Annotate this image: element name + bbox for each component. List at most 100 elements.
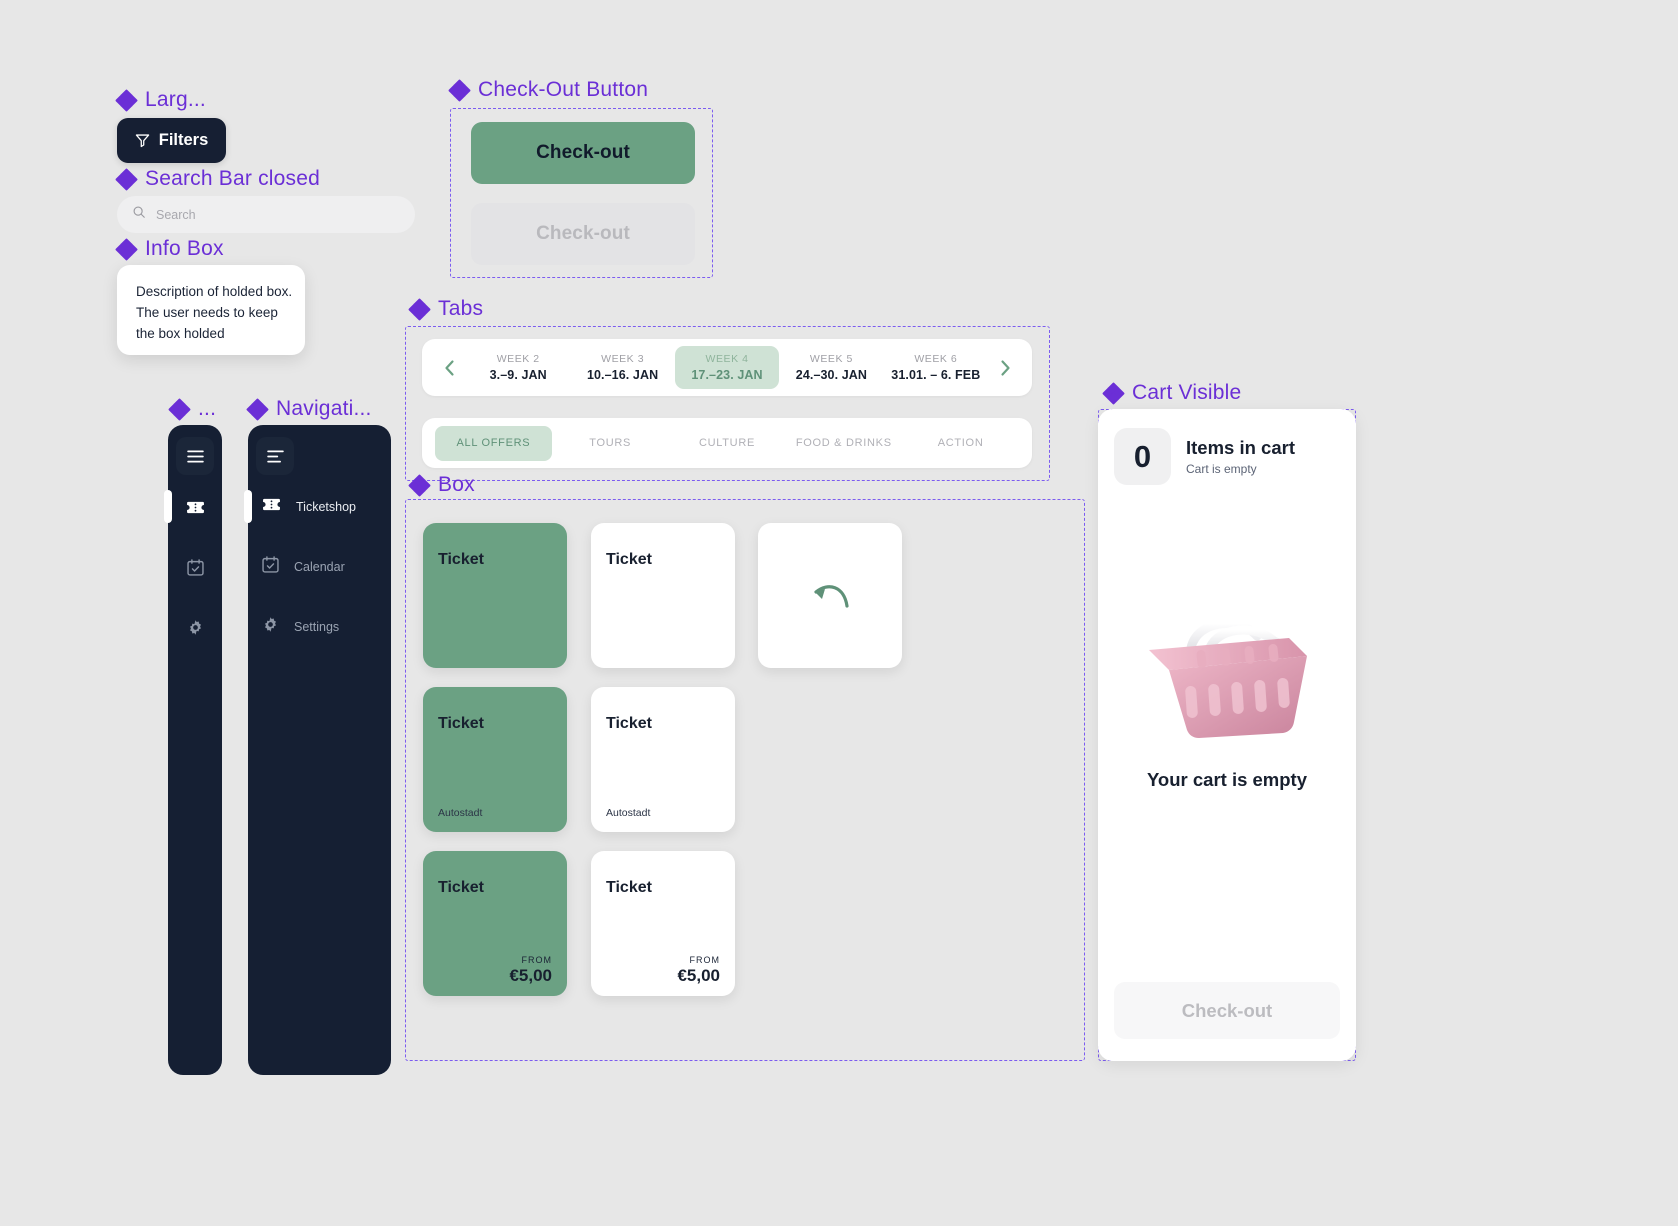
filters-button-label: Filters (158, 131, 209, 149)
sidebar-item-calendar-label: Calendar (294, 560, 345, 574)
week-tab-range: 17.–23. JAN (691, 368, 763, 382)
cart-panel: 0 Items in cart Cart is empty Your cart … (1098, 409, 1356, 1061)
annotation-large-label: Larg... (145, 88, 206, 111)
annotation-cart-visible: Cart Visible (1102, 381, 1242, 405)
week-selector: WEEK 2 3.–9. JAN WEEK 3 10.–16. JAN WEEK 4 17… (422, 339, 1032, 396)
ticket-icon (262, 497, 281, 517)
week-tab-range: 31.01. – 6. FEB (891, 368, 981, 382)
ticket-card-title: Ticket (606, 715, 652, 732)
ticket-card-price: FROM €5,00 (509, 955, 552, 986)
annotation-navigation: Navigati... (246, 397, 372, 421)
category-tab-all-offers[interactable]: ALL OFFERS (435, 425, 552, 461)
shopping-basket-illustration (1098, 604, 1356, 744)
sidebar-item-ticketshop[interactable]: Ticketshop (262, 492, 382, 522)
annotation-tabs: Tabs (408, 297, 483, 321)
category-tabs: ALL OFFERS TOURS CULTURE FOOD & DRINKS ACTIO… (422, 418, 1032, 468)
search-input[interactable] (156, 207, 400, 222)
figma-diamond-icon (115, 88, 138, 112)
ticket-card[interactable]: Ticket (423, 523, 567, 668)
week-tab-5[interactable]: WEEK 5 24.–30. JAN (779, 346, 883, 389)
category-tab-action[interactable]: ACTION (902, 426, 1019, 461)
annotation-checkout-button-label: Check-Out Button (478, 78, 649, 101)
week-tab-range: 24.–30. JAN (795, 368, 868, 382)
annotation-info-box-label: Info Box (145, 237, 224, 260)
week-tab-6[interactable]: WEEK 6 31.01. – 6. FEB (884, 346, 988, 389)
ticket-card[interactable]: Ticket FROM €5,00 (423, 851, 567, 996)
checkout-button-enabled[interactable]: Check-out (471, 122, 695, 184)
sidebar-toggle-expanded[interactable] (256, 437, 294, 475)
sidebar-item-ticketshop-label: Ticketshop (296, 500, 356, 514)
ticket-card-price-prefix: FROM (521, 955, 552, 965)
calendar-icon (262, 556, 279, 578)
annotation-navigation-label: Navigati... (276, 397, 372, 420)
sidebar-item-settings-collapsed[interactable] (180, 612, 210, 642)
category-tab-food-drinks[interactable]: FOOD & DRINKS (785, 426, 902, 461)
search-bar[interactable] (117, 196, 415, 233)
ticket-card[interactable]: Ticket FROM €5,00 (591, 851, 735, 996)
week-tab-2[interactable]: WEEK 2 3.–9. JAN (466, 346, 570, 389)
figma-diamond-icon (115, 237, 138, 261)
figma-diamond-icon (408, 473, 431, 497)
category-tab-culture[interactable]: CULTURE (669, 426, 786, 461)
sidebar-item-calendar-collapsed[interactable] (180, 552, 210, 582)
ticket-card-price: FROM €5,00 (677, 955, 720, 986)
ticket-card-title: Ticket (606, 879, 652, 896)
week-items: WEEK 2 3.–9. JAN WEEK 3 10.–16. JAN WEEK 4 17… (466, 346, 988, 389)
sidebar-expanded: Ticketshop Calendar Settings (244, 425, 391, 1075)
design-canvas: Larg... Filters Search Bar closed Info B… (0, 0, 1678, 1226)
cart-header-text: Items in cart Cart is empty (1186, 437, 1295, 476)
sidebar-item-settings[interactable]: Settings (262, 612, 382, 642)
sidebar-collapsed (164, 425, 222, 1075)
category-tab-tours[interactable]: TOURS (552, 426, 669, 461)
annotation-search-bar-label: Search Bar closed (145, 167, 320, 190)
gear-icon (262, 616, 279, 638)
ticket-card-venue: Autostadt (606, 807, 651, 819)
week-tab-3[interactable]: WEEK 3 10.–16. JAN (570, 346, 674, 389)
sidebar-item-settings-label: Settings (294, 620, 340, 634)
ticket-card[interactable]: Ticket Autostadt (423, 687, 567, 832)
week-prev-button[interactable] (432, 348, 466, 388)
undo-arrow-icon (758, 523, 902, 668)
ticket-grid: Ticket Ticket Ticket Autostadt Ticket Autosta… (405, 499, 1085, 1061)
checkout-button-disabled-label: Check-out (536, 223, 630, 244)
cart-header: 0 Items in cart Cart is empty (1114, 428, 1295, 485)
ticket-card[interactable]: Ticket (591, 523, 735, 668)
search-icon (132, 205, 146, 224)
ticket-card-price-prefix: FROM (689, 955, 720, 965)
week-next-button[interactable] (988, 348, 1022, 388)
ticket-card-undo[interactable] (758, 523, 902, 668)
week-tab-name: WEEK 6 (914, 353, 958, 365)
ticket-card[interactable]: Ticket Autostadt (591, 687, 735, 832)
filters-button[interactable]: Filters (117, 118, 226, 163)
sidebar-active-indicator-expanded (244, 490, 252, 523)
week-tab-name: WEEK 5 (809, 353, 853, 365)
sidebar-item-ticketshop-collapsed[interactable] (180, 492, 210, 522)
sidebar-item-calendar[interactable]: Calendar (262, 552, 382, 582)
filter-icon (135, 133, 150, 148)
tabs-group: WEEK 2 3.–9. JAN WEEK 3 10.–16. JAN WEEK 4 17… (405, 326, 1050, 481)
figma-diamond-icon (168, 397, 191, 421)
week-tab-name: WEEK 4 (705, 353, 749, 365)
annotation-cart-visible-label: Cart Visible (1132, 381, 1242, 404)
ticket-card-title: Ticket (438, 551, 484, 568)
cart-subtitle: Cart is empty (1186, 462, 1257, 476)
ticket-card-price-amount: €5,00 (677, 966, 720, 985)
week-tab-name: WEEK 2 (496, 353, 540, 365)
info-box-text: Description of holded box. The user need… (136, 284, 293, 341)
checkout-button-group: Check-out Check-out (450, 108, 713, 278)
annotation-search-bar: Search Bar closed (115, 167, 320, 191)
ticket-card-price-amount: €5,00 (509, 966, 552, 985)
cart-count-badge: 0 (1114, 428, 1171, 485)
checkout-button-enabled-label: Check-out (536, 142, 630, 163)
cart-checkout-button: Check-out (1114, 982, 1340, 1039)
annotation-large: Larg... (115, 88, 206, 112)
annotation-box-label: Box (438, 473, 475, 496)
annotation-sidebar-collapsed: ... (168, 397, 216, 421)
cart-checkout-button-label: Check-out (1181, 999, 1273, 1021)
ticket-card-title: Ticket (438, 879, 484, 896)
sidebar-toggle-collapsed[interactable] (176, 437, 214, 475)
week-tab-name: WEEK 3 (601, 353, 645, 365)
ticket-card-title: Ticket (606, 551, 652, 568)
week-tab-range: 3.–9. JAN (489, 368, 547, 382)
week-tab-4[interactable]: WEEK 4 17.–23. JAN (674, 346, 780, 389)
